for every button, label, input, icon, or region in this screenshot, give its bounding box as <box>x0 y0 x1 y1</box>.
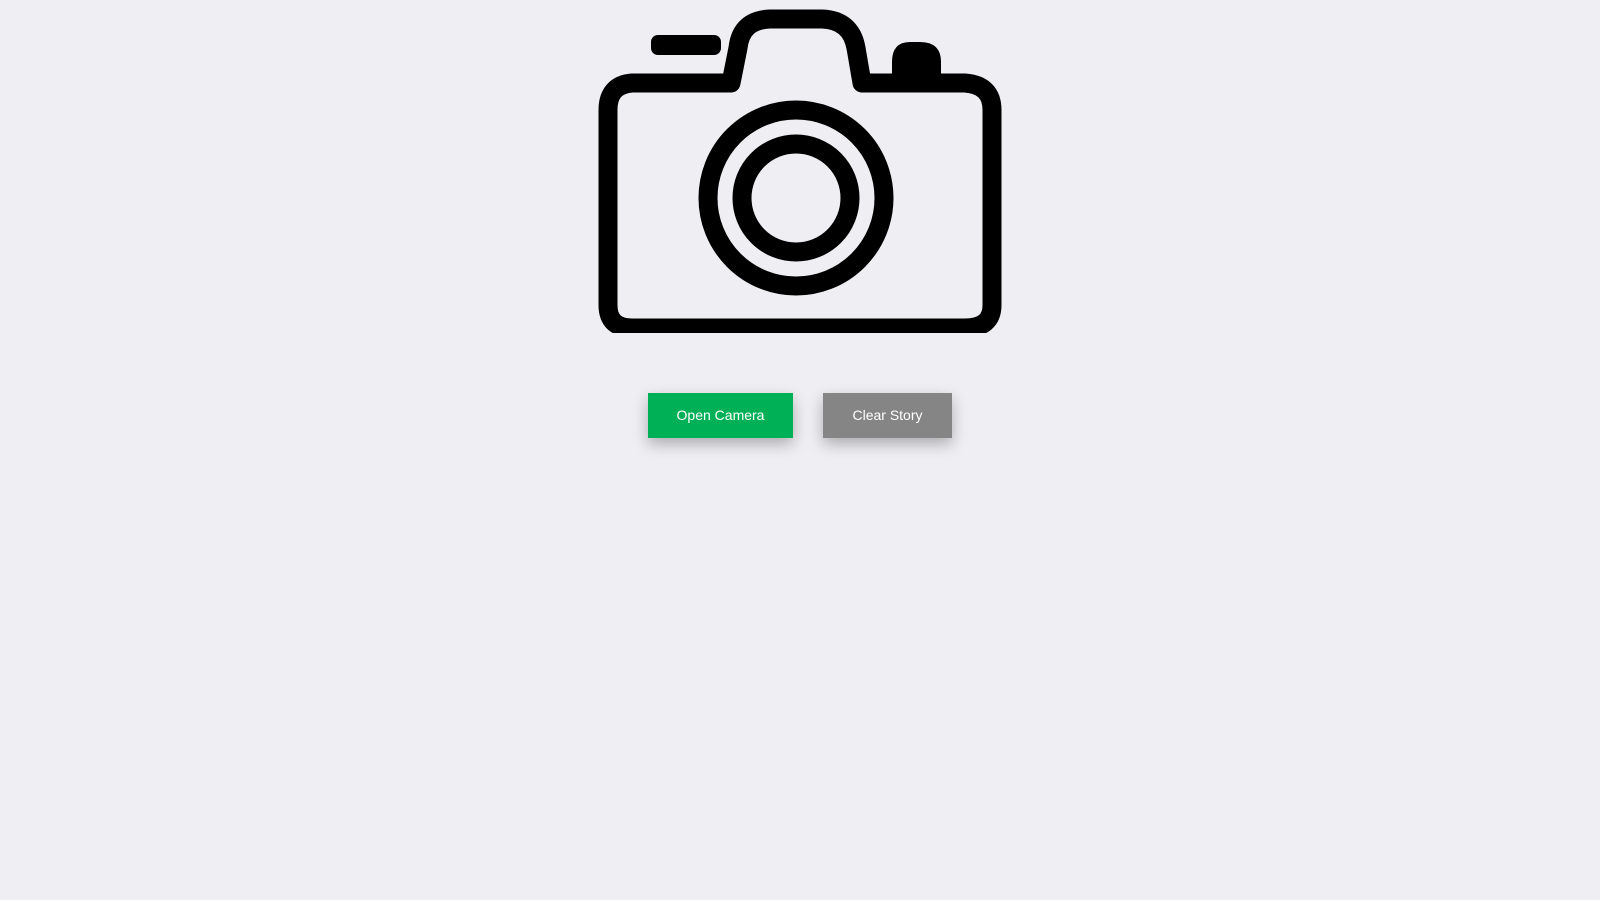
page: Open Camera Clear Story <box>0 0 1600 900</box>
camera-icon <box>590 8 1002 333</box>
open-camera-button[interactable]: Open Camera <box>648 393 793 438</box>
clear-story-button[interactable]: Clear Story <box>823 393 952 438</box>
action-bar: Open Camera Clear Story <box>0 393 1600 438</box>
